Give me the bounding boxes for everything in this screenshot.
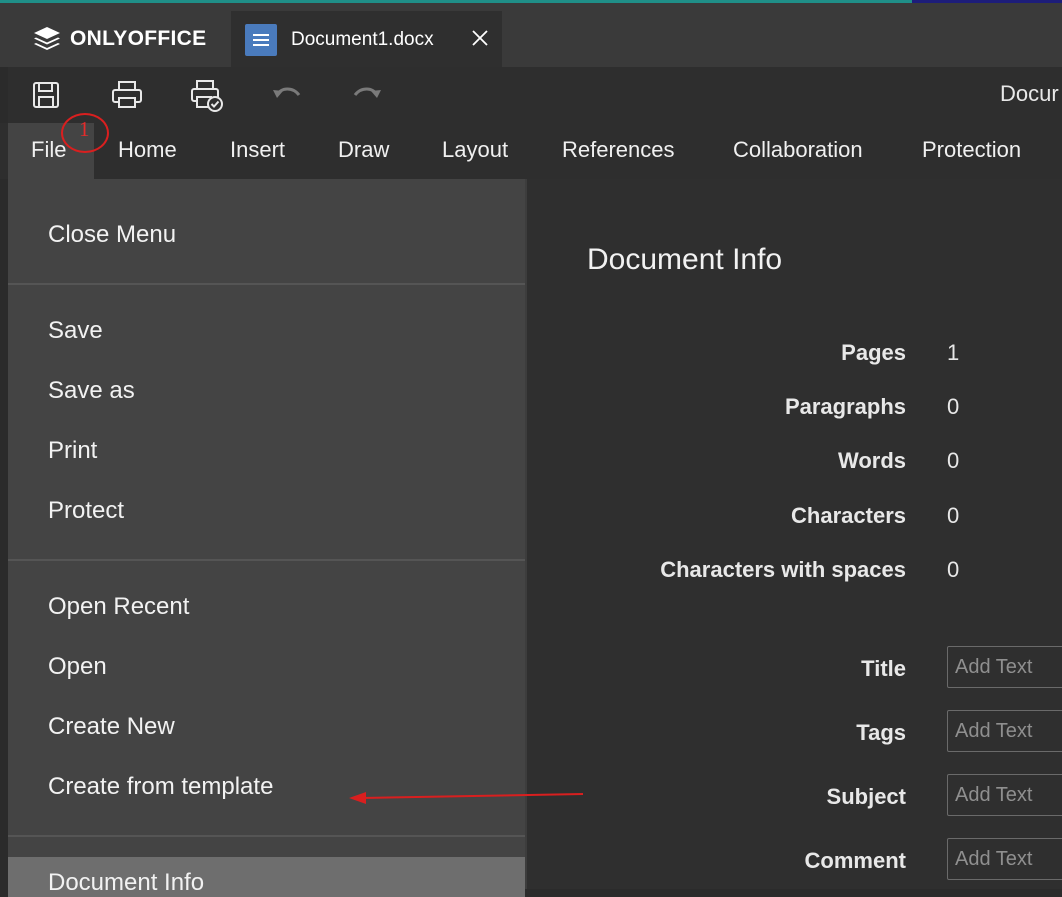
save-icon[interactable]	[28, 77, 64, 113]
logo-text: ONLYOFFICE	[70, 27, 207, 50]
onlyoffice-logo: ONLYOFFICE	[32, 25, 206, 53]
save-item[interactable]: Save	[48, 317, 103, 345]
document-info-title: Document Info	[587, 243, 783, 276]
stat-label-characters-with-spaces: Characters with spaces	[660, 557, 906, 582]
create-new-item[interactable]: Create New	[48, 713, 175, 741]
document-tab[interactable]: Document1.docx	[231, 11, 502, 67]
logo-icon	[34, 27, 60, 50]
close-menu-item[interactable]: Close Menu	[48, 221, 176, 249]
subject-field[interactable]	[947, 774, 1062, 816]
open-recent-item[interactable]: Open Recent	[48, 593, 189, 621]
create-from-template-item[interactable]: Create from template	[48, 773, 273, 801]
field-label-tags: Tags	[856, 720, 906, 745]
menu-divider	[8, 283, 525, 285]
stat-value-characters: 0	[947, 503, 960, 528]
tab-draw[interactable]: Draw	[338, 137, 389, 163]
stat-value-pages: 1	[947, 340, 960, 365]
stat-label-paragraphs: Paragraphs	[784, 394, 906, 419]
tab-collaboration[interactable]: Collaboration	[733, 137, 863, 163]
redo-icon[interactable]	[349, 77, 385, 113]
document-info-panel: Document Info Pages 1 Paragraphs 0 Words…	[527, 179, 1062, 889]
tab-insert[interactable]: Insert	[230, 137, 285, 163]
quick-print-icon[interactable]	[189, 77, 225, 113]
field-label-subject: Subject	[826, 784, 906, 809]
stat-value-characters-with-spaces: 0	[947, 557, 960, 582]
menu-divider	[8, 835, 525, 837]
document-icon	[245, 24, 277, 56]
tab-references[interactable]: References	[562, 137, 675, 163]
document-name-header: Docur	[1000, 81, 1059, 106]
open-item[interactable]: Open	[48, 653, 107, 681]
title-field[interactable]	[947, 646, 1062, 688]
tags-field[interactable]	[947, 710, 1062, 752]
menu-divider	[8, 559, 525, 561]
quick-access-toolbar: Docur	[8, 67, 1062, 123]
document-tab-title: Document1.docx	[291, 29, 434, 50]
print-icon[interactable]	[109, 77, 145, 113]
undo-icon[interactable]	[269, 77, 305, 113]
annotation-number: 1	[79, 117, 90, 141]
main-menu-bar: File Home Insert Draw Layout References …	[0, 123, 1062, 179]
tab-home[interactable]: Home	[118, 137, 177, 163]
tab-layout[interactable]: Layout	[442, 137, 508, 163]
stat-value-words: 0	[947, 448, 960, 473]
stat-label-characters: Characters	[791, 503, 906, 528]
tab-file[interactable]: File	[31, 137, 66, 163]
protect-item[interactable]: Protect	[48, 497, 124, 525]
app-header: ONLYOFFICE Document1.docx	[0, 3, 1062, 67]
print-item[interactable]: Print	[48, 437, 97, 465]
save-as-item[interactable]: Save as	[48, 377, 135, 405]
file-menu-panel: Close Menu Save Save as Print Protect Op…	[8, 179, 525, 897]
stat-label-words: Words	[837, 448, 906, 473]
stat-value-paragraphs: 0	[947, 394, 960, 419]
comment-field[interactable]	[947, 838, 1062, 880]
field-label-title: Title	[861, 656, 906, 681]
tab-protection[interactable]: Protection	[922, 137, 1021, 163]
close-icon[interactable]	[467, 25, 493, 51]
document-info-item[interactable]: Document Info	[48, 869, 204, 897]
field-label-comment: Comment	[804, 848, 906, 873]
stat-label-pages: Pages	[841, 340, 906, 365]
